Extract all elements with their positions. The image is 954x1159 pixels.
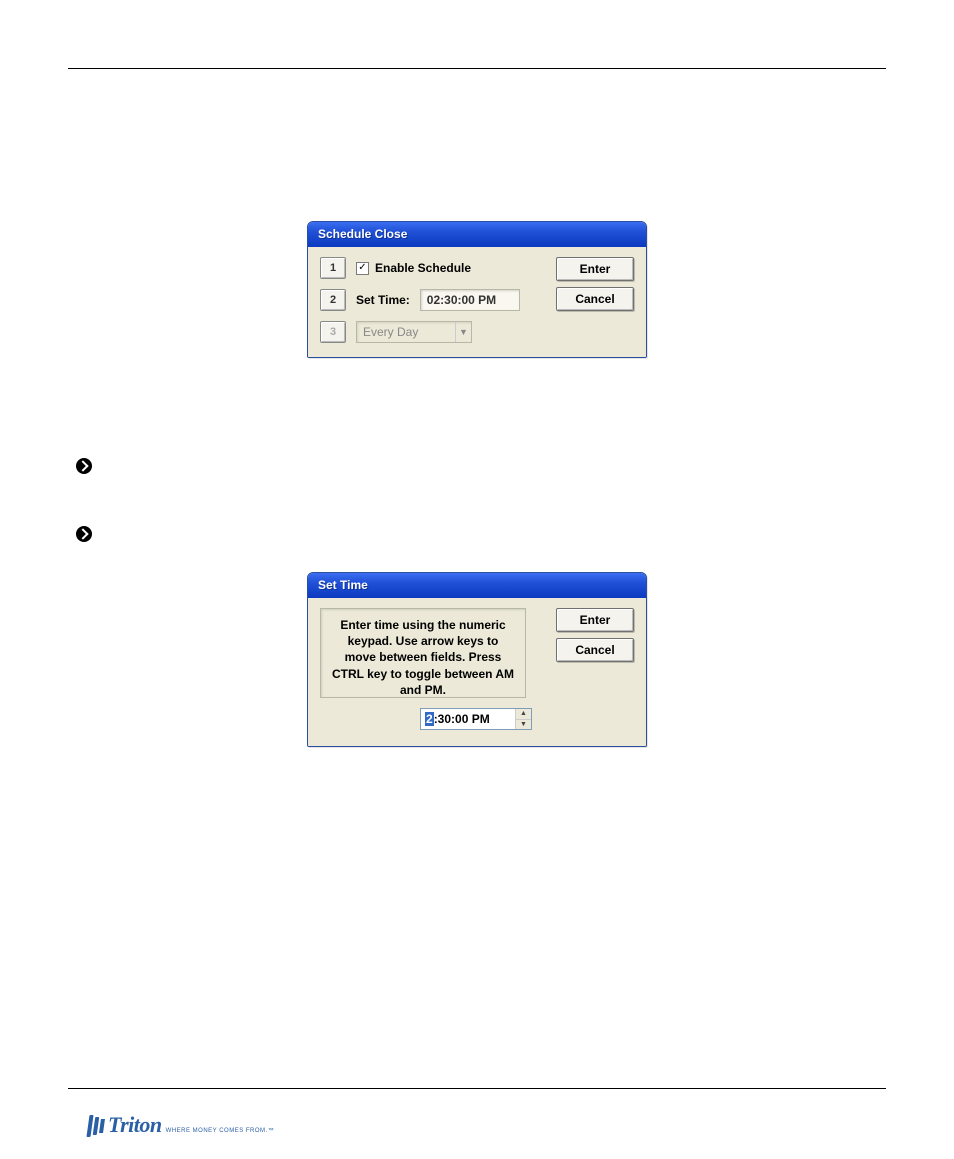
spinner-up-icon[interactable]: ▲ [516, 709, 531, 720]
logo-brand-text: Triton [108, 1112, 162, 1138]
arrow-bullet-icon [76, 458, 92, 474]
bullet-item-2 [76, 526, 886, 544]
set-time-dialog: Set Time Enter Cancel Enter time using t… [307, 572, 647, 747]
option-2-button[interactable]: 2 [320, 289, 346, 311]
frequency-dropdown: Every Day ▼ [356, 321, 472, 343]
enter-button[interactable]: Enter [556, 608, 634, 632]
set-time-value-display: 02:30:00 PM [420, 289, 520, 311]
enable-schedule-label: Enable Schedule [375, 261, 471, 275]
bullet-item-1 [76, 458, 886, 476]
triton-logo: Triton WHERE MONEY COMES FROM.™ [88, 1112, 274, 1138]
time-rest[interactable]: :30:00 PM [434, 712, 490, 726]
document-page: Schedule Close Enter Cancel 1 ✓ Enable S… [0, 0, 954, 1159]
time-spinner[interactable]: 2:30:00 PM ▲ ▼ [420, 708, 532, 730]
arrow-bullet-icon [76, 526, 92, 542]
dialog-title: Set Time [308, 573, 646, 598]
time-spinner-field: 2:30:00 PM [421, 709, 515, 729]
set-time-label: Set Time: [356, 293, 410, 307]
logo-tagline: WHERE MONEY COMES FROM.™ [166, 1128, 275, 1134]
time-hour-selected[interactable]: 2 [425, 712, 434, 726]
chevron-down-icon: ▼ [455, 322, 471, 342]
option-1-button[interactable]: 1 [320, 257, 346, 279]
bottom-divider [68, 1088, 886, 1089]
frequency-dropdown-value: Every Day [357, 325, 455, 339]
enter-button[interactable]: Enter [556, 257, 634, 281]
cancel-button[interactable]: Cancel [556, 287, 634, 311]
enable-schedule-checkbox[interactable]: ✓ [356, 262, 369, 275]
schedule-close-dialog: Schedule Close Enter Cancel 1 ✓ Enable S… [307, 221, 647, 358]
dialog-title: Schedule Close [308, 222, 646, 247]
option-3-button: 3 [320, 321, 346, 343]
instruction-text: Enter time using the numeric keypad. Use… [320, 608, 526, 698]
spinner-down-icon[interactable]: ▼ [516, 720, 531, 730]
cancel-button[interactable]: Cancel [556, 638, 634, 662]
logo-mark-icon [88, 1113, 106, 1137]
